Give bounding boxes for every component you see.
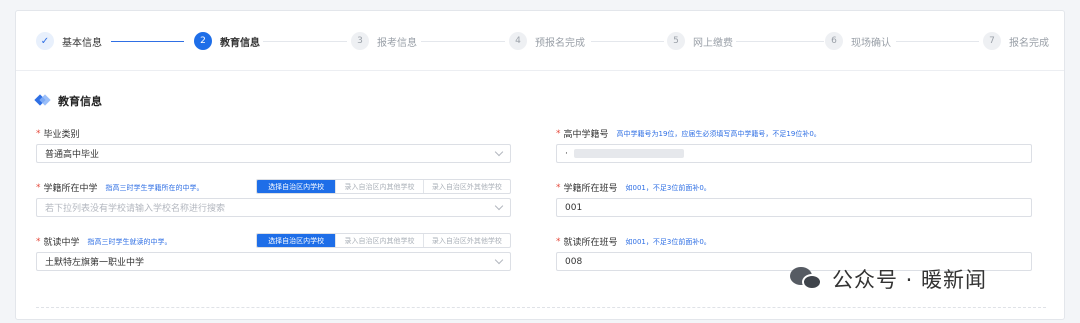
attend-school-source-selector: 选择自治区内学校 录入自治区内其他学校 录入自治区外其他学校 [256,233,511,248]
step-basic-info[interactable]: ✓ 基本信息 [36,32,102,50]
label-text: 毕业类别 [43,130,80,140]
step-pre-registration[interactable]: 4 预报名完成 [509,32,585,50]
wechat-icon [790,265,826,293]
step-label: 教育信息 [220,37,260,49]
step-connector [736,41,824,42]
student-id-input[interactable]: · [556,144,1032,163]
chevron-down-icon [494,255,504,265]
field-hint: 指高三时学生就读的中学。 [87,237,172,246]
field-hint: 高中学籍号为19位，应届生必须填写高中学籍号，不足19位补0。 [616,129,821,138]
label-text: 学籍所在中学 [43,184,98,194]
label-text: 学籍所在班号 [563,184,618,194]
step-connector [591,41,664,42]
section-divider [36,307,1046,308]
required-mark: * [556,128,561,139]
label-text: 高中学籍号 [563,130,609,140]
option-other-in-region[interactable]: 录入自治区内其他学校 [335,234,422,247]
select-placeholder: 若下拉列表没有学校请输入学校名称进行搜索 [45,204,226,214]
required-mark: * [556,182,561,193]
watermark-text: 公众号 · 暖新闻 [832,268,988,292]
attend-class-no-label: * 就读所在班号 如001，不足3位前面补0。 [556,235,711,249]
option-out-region[interactable]: 录入自治区外其他学校 [422,180,510,193]
option-out-region[interactable]: 录入自治区外其他学校 [422,234,510,247]
input-value: 001 [565,202,583,213]
step-number: 6 [825,32,843,50]
step-connector [896,41,979,42]
check-icon: ✓ [36,32,54,50]
step-number: 2 [194,32,212,50]
required-mark: * [556,236,561,247]
field-hint: 如001，不足3位前面补0。 [625,237,711,246]
field-hint: 如001，不足3位前面补0。 [625,183,711,192]
section-header: 教育信息 [36,93,102,109]
step-label: 网上缴费 [693,37,733,49]
step-label: 预报名完成 [535,37,585,49]
step-label: 报名完成 [1009,37,1049,49]
step-label: 基本信息 [62,37,102,49]
graduation-type-label: * 毕业类别 [36,127,80,141]
section-title: 教育信息 [58,95,102,108]
input-value: 008 [565,256,583,267]
student-id-label: * 高中学籍号 高中学籍号为19位，应届生必须填写高中学籍号，不足19位补0。 [556,127,821,141]
step-number: 4 [509,32,527,50]
class-no-label: * 学籍所在班号 如001，不足3位前面补0。 [556,181,711,195]
school-label: * 学籍所在中学 指高三时学生学籍所在的中学。 [36,181,204,195]
chevron-down-icon [494,201,504,211]
step-education-info[interactable]: 2 教育信息 [194,32,260,50]
label-text: 就读所在班号 [563,238,618,248]
select-value: 土默特左旗第一职业中学 [45,258,145,268]
option-other-in-region[interactable]: 录入自治区内其他学校 [335,180,422,193]
step-label: 报考信息 [377,37,417,49]
required-mark: * [36,182,41,193]
progress-steps: ✓ 基本信息 2 教育信息 3 报考信息 4 预报名完成 5 网上缴费 6 现场… [16,11,1064,71]
step-exam-info[interactable]: 3 报考信息 [351,32,417,50]
watermark: 公众号 · 暖新闻 [790,262,987,296]
graduation-type-select[interactable]: 普通高中毕业 [36,144,511,163]
step-connector [111,41,184,42]
label-text: 就读中学 [43,238,80,248]
step-registration-complete[interactable]: 7 报名完成 [983,32,1049,50]
class-no-input[interactable]: 001 [556,198,1032,217]
step-number: 7 [983,32,1001,50]
option-in-region[interactable]: 选择自治区内学校 [257,180,336,193]
required-mark: * [36,128,41,139]
step-online-payment[interactable]: 5 网上缴费 [667,32,733,50]
step-label: 现场确认 [851,37,891,49]
step-number: 3 [351,32,369,50]
step-connector [263,41,347,42]
redacted-value [573,149,684,158]
attend-school-label: * 就读中学 指高三时学生就读的中学。 [36,235,172,249]
school-search-select[interactable]: 若下拉列表没有学校请输入学校名称进行搜索 [36,198,511,217]
step-connector [421,41,505,42]
field-hint: 指高三时学生学籍所在的中学。 [105,183,204,192]
step-onsite-confirm[interactable]: 6 现场确认 [825,32,891,50]
input-value: · [565,148,568,159]
option-in-region[interactable]: 选择自治区内学校 [257,234,336,247]
chevron-down-icon [494,147,504,157]
required-mark: * [36,236,41,247]
attend-school-select[interactable]: 土默特左旗第一职业中学 [36,252,511,271]
school-source-selector: 选择自治区内学校 录入自治区内其他学校 录入自治区外其他学校 [256,179,511,194]
select-value: 普通高中毕业 [45,150,100,160]
diamond-icon [36,95,50,107]
step-number: 5 [667,32,685,50]
